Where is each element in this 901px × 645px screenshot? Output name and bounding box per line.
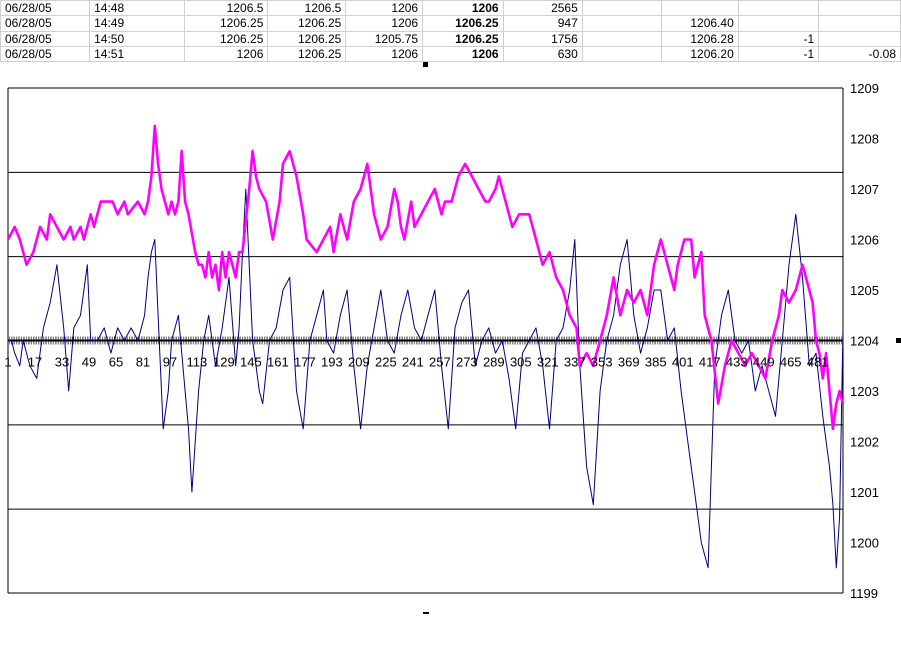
x-tick-label: 113 (187, 355, 208, 370)
y-tick-label: 1204 (850, 334, 879, 349)
y-tick-label: 1199 (850, 586, 878, 601)
x-tick-label: 401 (672, 355, 694, 370)
x-tick-label: 193 (321, 355, 343, 370)
y-tick-label: 1202 (850, 435, 879, 450)
x-tick-label: 145 (240, 355, 262, 370)
x-tick-label: 225 (375, 355, 397, 370)
x-tick-label: 81 (136, 355, 150, 370)
y-tick-label: 1205 (850, 283, 879, 298)
y-tick-label: 1209 (850, 81, 879, 96)
x-tick-label: 273 (456, 355, 478, 370)
x-tick-label: 337 (564, 355, 586, 370)
y-axis-tick-labels: 1199 1200 1201 1202 1203 1204 1205 1206 1207 1208… (850, 81, 879, 601)
x-tick-label: 177 (294, 355, 316, 370)
x-tick-label: 65 (109, 355, 123, 370)
x-tick-label: 465 (780, 355, 802, 370)
price-series-line (6, 124, 845, 431)
y-tick-label: 1207 (850, 182, 879, 197)
x-tick-label: 321 (537, 355, 559, 370)
chart-selection-handle-top[interactable] (423, 62, 428, 67)
x-tick-label: 433 (726, 355, 748, 370)
x-tick-label: 385 (645, 355, 667, 370)
x-tick-label: 49 (82, 355, 96, 370)
x-tick-label: 289 (483, 355, 505, 370)
y-tick-label: 1201 (850, 485, 879, 500)
x-tick-label: 97 (163, 355, 177, 370)
x-tick-label: 353 (591, 355, 613, 370)
price-chart: 1199 1200 1201 1202 1203 1204 1205 1206 1207 1208… (4, 81, 879, 601)
series-lines (6, 124, 845, 569)
x-tick-label: 305 (510, 355, 532, 370)
y-tick-label: 1206 (850, 233, 879, 248)
chart-selection-handle-bottom[interactable] (423, 612, 429, 614)
x-tick-label: 369 (618, 355, 640, 370)
x-tick-label: 257 (429, 355, 451, 370)
x-axis-tick-labels: 1 17 33 49 65 81 97 113 129 145 161 177 193 209 225 241… (4, 355, 828, 370)
x-tick-label: 209 (348, 355, 370, 370)
y-tick-label: 1208 (850, 132, 879, 147)
y-tick-label: 1203 (850, 384, 879, 399)
oscillator-series-line (8, 188, 844, 569)
x-tick-label: 241 (402, 355, 424, 370)
x-tick-label: 161 (267, 355, 289, 370)
x-tick-label: 1 (4, 355, 11, 370)
x-tick-label: 33 (55, 355, 69, 370)
chart-selection-handle-right[interactable] (896, 338, 901, 343)
x-tick-label: 417 (699, 355, 721, 370)
x-tick-label: 481 (807, 355, 829, 370)
x-tick-label: 129 (213, 355, 235, 370)
x-tick-label: 17 (28, 355, 42, 370)
y-tick-label: 1200 (850, 536, 879, 551)
x-tick-label: 449 (753, 355, 775, 370)
